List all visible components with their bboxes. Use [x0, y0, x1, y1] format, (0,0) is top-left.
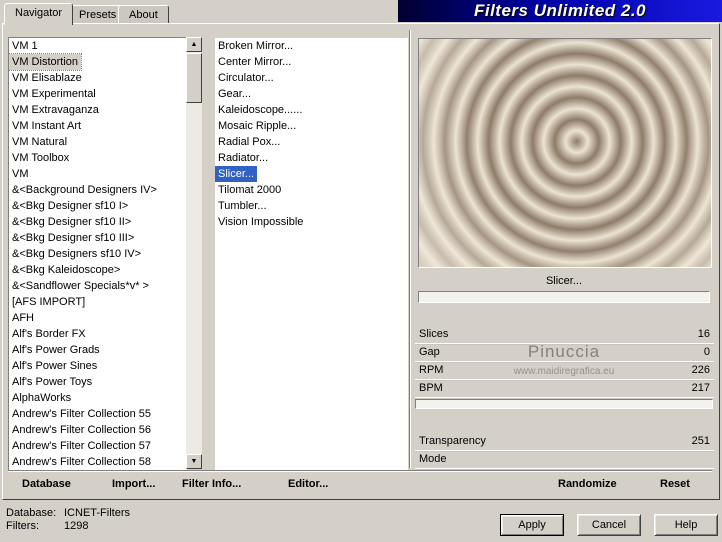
category-item[interactable]: &<Bkg Designer sf10 III>	[9, 230, 137, 246]
category-item[interactable]: VM 1	[9, 38, 41, 54]
param-row[interactable]: BPM 217	[415, 380, 714, 398]
help-button[interactable]: Help	[654, 514, 718, 536]
category-item[interactable]: VM Toolbox	[9, 150, 72, 166]
param-row[interactable]: Slices 16	[415, 326, 714, 344]
filter-item[interactable]: Vision Impossible	[215, 214, 306, 230]
database-status-label: Database:	[6, 507, 57, 519]
main-panel: VM 1 VM Distortion VM Elisablaze VM Experim…	[2, 23, 720, 500]
database-status-value: ICNET-Filters	[64, 507, 130, 519]
scrollbar-thumb[interactable]	[186, 53, 202, 103]
param-label: Mode	[419, 453, 447, 465]
filters-count-label: Filters:	[6, 520, 39, 532]
param-group-top: Slices 16 Gap 0 RPM 226 BPM 217	[415, 326, 714, 398]
category-item[interactable]: VM Experimental	[9, 86, 99, 102]
filter-item[interactable]: Radiator...	[215, 150, 271, 166]
filter-item[interactable]: Tilomat 2000	[215, 182, 284, 198]
filter-info-button[interactable]: Filter Info...	[182, 476, 241, 492]
category-item[interactable]: AFH	[9, 310, 37, 326]
database-button[interactable]: Database	[22, 476, 71, 492]
param-group-bottom: Transparency 251 Mode	[415, 433, 714, 469]
tab-about[interactable]: About	[118, 5, 169, 24]
scroll-up-icon[interactable]: ▲	[186, 37, 202, 52]
category-scrollbar[interactable]: ▲ ▼	[186, 37, 202, 469]
param-row[interactable]: Mode	[415, 451, 714, 469]
category-item[interactable]: VM Natural	[9, 134, 70, 150]
reset-button[interactable]: Reset	[660, 476, 690, 492]
toolbar-separator	[8, 470, 712, 472]
filters-unlimited-window: Navigator Presets About Filters Unlimite…	[0, 0, 722, 542]
category-item[interactable]: &<Bkg Designers sf10 IV>	[9, 246, 144, 262]
param-label: BPM	[419, 382, 443, 394]
apply-button[interactable]: Apply	[500, 514, 564, 536]
filter-item[interactable]: Circulator...	[215, 70, 277, 86]
filter-item[interactable]: Radial Pox...	[215, 134, 283, 150]
scroll-down-icon[interactable]: ▼	[186, 454, 202, 469]
category-item[interactable]: Alf's Power Toys	[9, 374, 95, 390]
param-value: 16	[697, 328, 710, 340]
filter-item[interactable]: Broken Mirror...	[215, 38, 296, 54]
category-item[interactable]: VM	[9, 166, 32, 182]
preview-progress-bar	[418, 291, 710, 303]
category-item[interactable]: Andrew's Filter Collection 55	[9, 406, 154, 422]
param-value: 0	[703, 346, 710, 358]
category-item[interactable]: [AFS IMPORT]	[9, 294, 88, 310]
filter-item[interactable]: Kaleidoscope......	[215, 102, 305, 118]
filter-item[interactable]: Mosaic Ripple...	[215, 118, 299, 134]
app-title: Filters Unlimited 2.0	[473, 1, 647, 20]
tab-navigator[interactable]: Navigator	[4, 3, 74, 25]
param-value: 226	[691, 364, 710, 376]
param-label: Slices	[419, 328, 449, 340]
selected-filter-label: Slicer...	[545, 275, 583, 287]
preview-image[interactable]	[418, 38, 712, 268]
editor-button[interactable]: Editor...	[288, 476, 328, 492]
category-item[interactable]: VM Distortion	[9, 53, 83, 71]
category-item[interactable]: &<Background Designers IV>	[9, 182, 160, 198]
filter-item[interactable]: Gear...	[215, 86, 254, 102]
category-item[interactable]: Andrew's Filter Collection 56	[9, 422, 154, 438]
category-list[interactable]: VM 1 VM Distortion VM Elisablaze VM Experim…	[8, 37, 187, 471]
category-item[interactable]: Alf's Border FX	[9, 326, 89, 342]
category-item[interactable]: &<Bkg Designer sf10 II>	[9, 214, 134, 230]
category-item[interactable]: Alf's Power Grads	[9, 342, 103, 358]
filter-item[interactable]: Center Mirror...	[215, 54, 294, 70]
category-item[interactable]: VM Elisablaze	[9, 70, 85, 86]
param-row[interactable]: RPM 226	[415, 362, 714, 380]
randomize-button[interactable]: Randomize	[558, 476, 617, 492]
category-item[interactable]: VM Instant Art	[9, 118, 84, 134]
category-item[interactable]: Andrew's Filter Collection 58	[9, 454, 154, 470]
category-item[interactable]: Alf's Power Sines	[9, 358, 100, 374]
panel-divider	[409, 30, 411, 468]
category-item[interactable]: &<Bkg Kaleidoscope>	[9, 262, 123, 278]
filter-list[interactable]: Broken Mirror... Center Mirror... Circulat…	[214, 37, 408, 471]
param-row[interactable]: Gap 0	[415, 344, 714, 362]
param-value: 217	[691, 382, 710, 394]
filter-item[interactable]: Slicer...	[215, 166, 258, 182]
category-item[interactable]: VM Extravaganza	[9, 102, 102, 118]
import-button[interactable]: Import...	[112, 476, 155, 492]
param-label: RPM	[419, 364, 444, 376]
category-item[interactable]: AlphaWorks	[9, 390, 74, 406]
cancel-button[interactable]: Cancel	[577, 514, 641, 536]
category-item[interactable]: Andrew's Filter Collection 57	[9, 438, 154, 454]
param-label: Transparency	[419, 435, 486, 447]
param-label: Gap	[419, 346, 440, 358]
slicer-preview-render	[419, 39, 711, 267]
title-banner: Filters Unlimited 2.0	[398, 0, 722, 22]
param-row[interactable]: Transparency 251	[415, 433, 714, 451]
filters-count-value: 1298	[64, 520, 89, 532]
param-value: 251	[691, 435, 710, 447]
parameter-slider[interactable]	[415, 399, 713, 409]
filter-item[interactable]: Tumbler...	[215, 198, 270, 214]
category-item[interactable]: &<Sandflower Specials*v* >	[9, 278, 152, 294]
category-item[interactable]: &<Bkg Designer sf10 I>	[9, 198, 131, 214]
